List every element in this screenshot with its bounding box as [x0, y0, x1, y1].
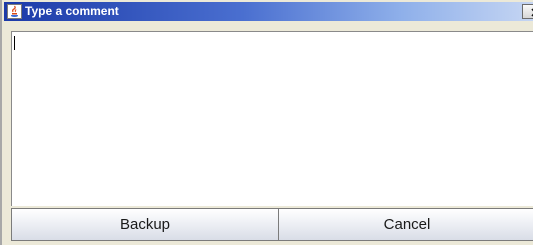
title-bar[interactable]: Type a comment: [4, 2, 533, 21]
cancel-button[interactable]: Cancel: [278, 208, 533, 241]
backup-button[interactable]: Backup: [11, 208, 279, 241]
java-coffee-icon: [7, 4, 22, 19]
window-title: Type a comment: [25, 4, 119, 18]
comment-text-area[interactable]: [11, 31, 533, 206]
comment-dialog: Type a comment Backup Cancel: [0, 0, 533, 245]
text-caret: [14, 36, 15, 50]
button-bar: Backup Cancel: [11, 208, 533, 241]
close-icon: [529, 7, 533, 22]
close-button[interactable]: [522, 4, 533, 19]
java-coffee-icon-graphic: [10, 5, 19, 17]
